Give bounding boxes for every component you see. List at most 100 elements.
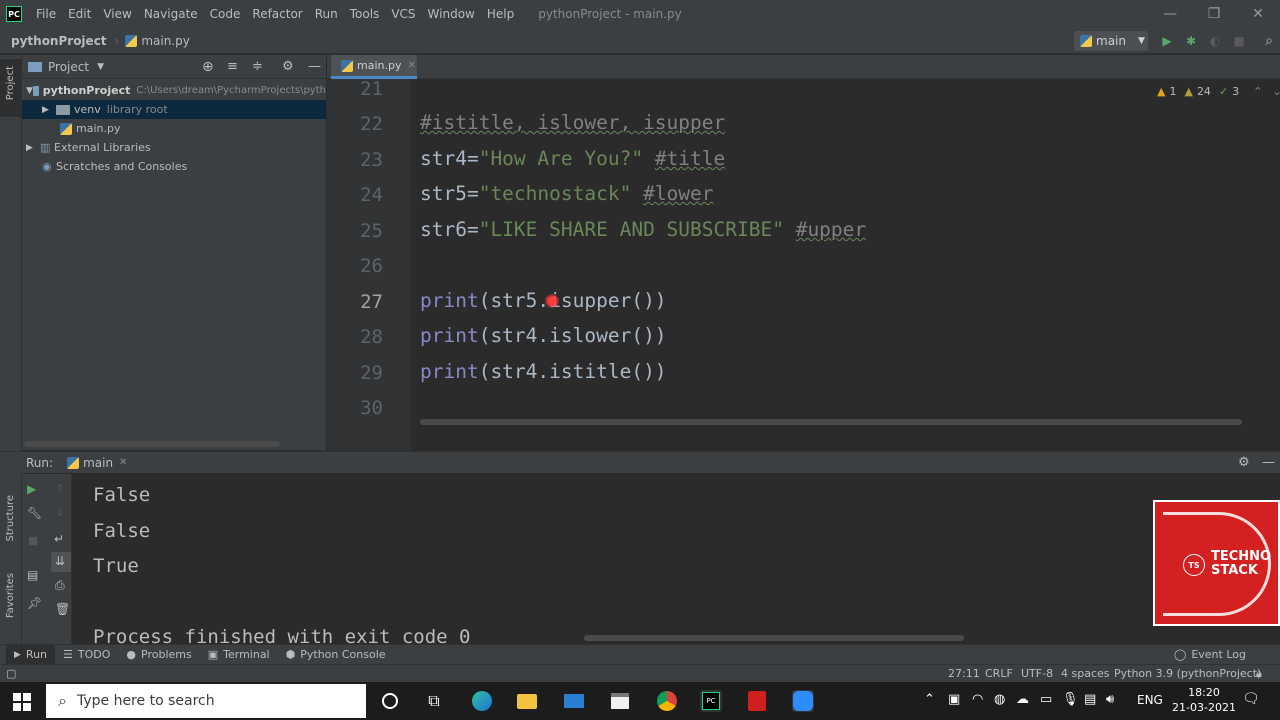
- gear-icon[interactable]: ⚙: [1238, 455, 1250, 470]
- close-tab-icon[interactable]: ✕: [407, 60, 415, 71]
- hide-icon[interactable]: —: [1262, 455, 1275, 470]
- code-line[interactable]: str6="LIKE SHARE AND SUBSCRIBE" #upper: [420, 218, 866, 241]
- code-line[interactable]: str4="How Are You?" #title: [420, 147, 725, 170]
- run-configuration-select[interactable]: main ▼: [1074, 31, 1148, 51]
- tree-item-main-py[interactable]: main.py: [22, 119, 326, 138]
- display-icon[interactable]: ▤: [1084, 692, 1096, 707]
- microphone-icon[interactable]: 🎙︎: [1062, 692, 1079, 707]
- menu-file[interactable]: File: [36, 7, 56, 21]
- network-icon[interactable]: ◍: [994, 692, 1005, 707]
- menu-view[interactable]: View: [103, 7, 131, 21]
- locate-icon[interactable]: ⊕: [202, 59, 214, 75]
- taskbar-search-box[interactable]: ⌕ Type here to search: [46, 684, 366, 718]
- cortana-icon[interactable]: [379, 690, 401, 712]
- pin-icon[interactable]: 📌︎: [27, 596, 42, 610]
- file-encoding[interactable]: UTF-8: [1021, 667, 1053, 680]
- stop-icon[interactable]: ■: [28, 534, 38, 547]
- chevron-up-icon[interactable]: ⌃: [924, 692, 935, 707]
- menu-edit[interactable]: Edit: [68, 7, 91, 21]
- tool-tab-terminal[interactable]: ▣ Terminal: [208, 648, 270, 661]
- menu-navigate[interactable]: Navigate: [144, 7, 198, 21]
- code-line[interactable]: print(str4.istitle()): [420, 360, 667, 383]
- mail-icon[interactable]: [563, 690, 585, 712]
- input-language[interactable]: ENG: [1137, 693, 1163, 707]
- tool-tab-python-console[interactable]: ⬢ Python Console: [286, 648, 386, 661]
- menu-refactor[interactable]: Refactor: [252, 7, 302, 21]
- code-line[interactable]: print(str5.isupper()): [420, 289, 667, 312]
- wifi-icon[interactable]: ◠: [972, 692, 983, 707]
- project-panel-title[interactable]: Project: [48, 60, 89, 74]
- close-icon[interactable]: ✕: [1236, 0, 1280, 28]
- event-log-button[interactable]: ◯ Event Log: [1174, 648, 1246, 661]
- breadcrumb-project[interactable]: pythonProject: [11, 34, 107, 48]
- tray-app-icon[interactable]: ▣: [948, 692, 960, 707]
- code-line[interactable]: #istitle, islower, isupper: [420, 111, 725, 134]
- tree-item-scratches[interactable]: ◉ Scratches and Consoles: [22, 157, 326, 176]
- chevron-down-icon[interactable]: ▼: [26, 86, 33, 96]
- onedrive-icon[interactable]: ☁: [1016, 692, 1029, 707]
- run-icon[interactable]: ▶: [1159, 33, 1175, 49]
- pycharm-taskbar-icon[interactable]: PC: [700, 690, 722, 712]
- menu-vcs[interactable]: VCS: [391, 7, 415, 21]
- menu-help[interactable]: Help: [487, 7, 514, 21]
- battery-icon[interactable]: ▭: [1040, 692, 1052, 707]
- tool-windows-icon[interactable]: ▢: [6, 667, 16, 680]
- edge-icon[interactable]: [471, 690, 493, 712]
- chevron-right-icon[interactable]: ▶: [42, 105, 56, 115]
- indent-setting[interactable]: 4 spaces: [1061, 667, 1110, 680]
- minimize-icon[interactable]: —: [1148, 0, 1192, 28]
- chevron-down-icon[interactable]: ▼: [97, 62, 104, 72]
- line-separator[interactable]: CRLF: [985, 667, 1013, 680]
- trash-icon[interactable]: 🗑︎: [55, 602, 70, 616]
- acrobat-icon[interactable]: [746, 690, 768, 712]
- hide-icon[interactable]: —: [308, 59, 321, 74]
- file-explorer-icon[interactable]: [516, 690, 538, 712]
- print-icon[interactable]: ⎙: [55, 578, 65, 593]
- structure-tool-tab[interactable]: Structure: [5, 495, 16, 542]
- project-tool-tab[interactable]: Project: [0, 59, 21, 117]
- run-console-output[interactable]: False False True Process finished with e…: [72, 474, 1280, 644]
- python-interpreter[interactable]: Python 3.9 (pythonProject): [1114, 667, 1261, 680]
- tool-tab-todo[interactable]: ☰ TODO: [63, 648, 110, 661]
- favorites-tool-tab[interactable]: Favorites: [5, 573, 16, 618]
- chrome-icon[interactable]: [656, 690, 678, 712]
- tool-tab-run[interactable]: ▶ Run: [6, 644, 56, 665]
- tree-item-external-libraries[interactable]: ▶ ▥ External Libraries: [22, 138, 326, 157]
- layout-icon[interactable]: ▤: [27, 568, 38, 582]
- editor-tab-main-py[interactable]: main.py ✕: [331, 55, 417, 79]
- taskbar-clock[interactable]: 18:20 21-03-2021: [1172, 685, 1236, 715]
- notification-icon[interactable]: 🗨︎: [1242, 691, 1260, 707]
- arrow-up-icon[interactable]: ↑: [55, 482, 64, 495]
- restore-icon[interactable]: ❐: [1192, 0, 1236, 28]
- debug-icon[interactable]: ✱: [1183, 33, 1199, 49]
- zoom-icon[interactable]: [792, 690, 814, 712]
- coverage-icon[interactable]: ◐: [1207, 33, 1223, 49]
- gear-icon[interactable]: ⚙: [282, 59, 294, 74]
- soft-wrap-icon[interactable]: ↵: [54, 532, 64, 546]
- inspection-widget[interactable]: ▲ 1 ▲ 24 ✓ 3 ⌃ ⌄: [1157, 85, 1280, 98]
- arrow-down-icon[interactable]: ↓: [55, 506, 64, 519]
- horizontal-scrollbar[interactable]: [24, 441, 280, 447]
- task-view-icon[interactable]: ⧉: [423, 690, 445, 712]
- chevron-up-icon[interactable]: ⌃: [1253, 85, 1262, 98]
- lock-icon[interactable]: 🔒︎: [1256, 667, 1262, 681]
- chevron-down-icon[interactable]: ⌄: [1272, 85, 1280, 98]
- volume-icon[interactable]: 🔊︎: [1106, 692, 1114, 707]
- caret-position[interactable]: 27:11: [948, 667, 980, 680]
- wrench-icon[interactable]: 🔧︎: [27, 506, 42, 520]
- stop-icon[interactable]: ■: [1231, 33, 1247, 49]
- menu-code[interactable]: Code: [210, 7, 241, 21]
- close-run-tab-icon[interactable]: ✕: [119, 457, 127, 468]
- tree-item-venv[interactable]: ▶ venv library root: [22, 100, 326, 119]
- code-line[interactable]: print(str4.islower()): [420, 324, 667, 347]
- editor-horizontal-scrollbar[interactable]: [420, 419, 1242, 425]
- expand-all-icon[interactable]: ≡: [227, 59, 238, 74]
- menu-tools[interactable]: Tools: [350, 7, 380, 21]
- search-icon[interactable]: ⌕: [1261, 33, 1277, 49]
- menu-run[interactable]: Run: [315, 7, 338, 21]
- code-line[interactable]: str5="technostack" #lower: [420, 182, 714, 205]
- console-horizontal-scrollbar[interactable]: [584, 635, 964, 641]
- collapse-all-icon[interactable]: ≑: [252, 59, 263, 74]
- breadcrumb-file[interactable]: main.py: [141, 34, 190, 48]
- store-icon[interactable]: [609, 690, 631, 712]
